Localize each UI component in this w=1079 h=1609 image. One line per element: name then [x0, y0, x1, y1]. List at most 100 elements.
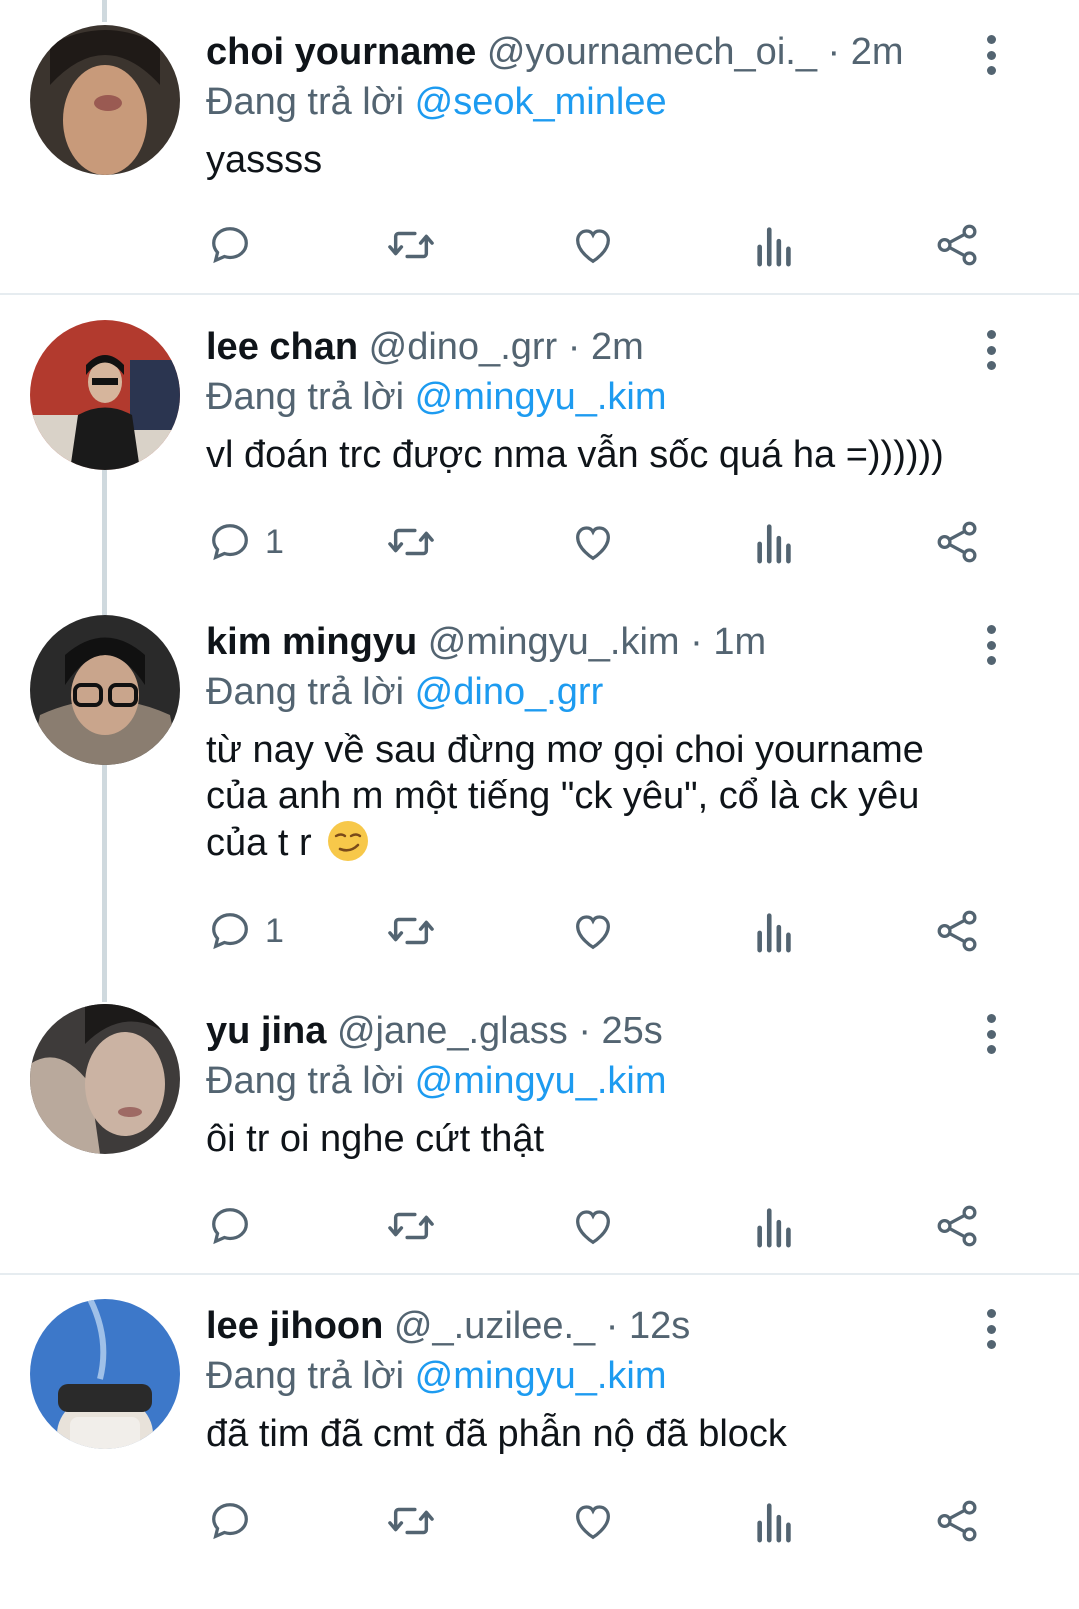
like-button[interactable]	[570, 512, 616, 572]
replying-to: Đang trả lời @mingyu_.kim	[206, 370, 667, 424]
handle[interactable]: @_.uzilee._	[394, 1305, 595, 1347]
retweet-icon	[388, 1212, 434, 1240]
retweet-icon	[388, 231, 434, 259]
reply-button[interactable]	[207, 1491, 265, 1551]
timestamp[interactable]: · 12s	[606, 1305, 690, 1347]
smirk-emoji-icon	[328, 821, 369, 861]
reply-prefix: Đang trả lời	[206, 376, 405, 418]
reply-prefix: Đang trả lời	[206, 671, 405, 713]
tweet-header: lee jihoon @_.uzilee._ · 12s	[206, 1299, 959, 1353]
retweet-button[interactable]	[386, 901, 436, 961]
handle[interactable]: @jane_.glass	[337, 1010, 568, 1052]
tweet-text: đã tim đã cmt đã phẫn nộ đã block	[206, 1413, 787, 1455]
tweet-text: ôi tr oi nghe cứt thật	[206, 1118, 545, 1160]
share-button[interactable]	[935, 1491, 981, 1551]
retweet-icon	[388, 1507, 434, 1535]
replying-to: Đang trả lời @dino_.grr	[206, 665, 603, 719]
tweet-text-line-last: của t r	[206, 819, 1009, 866]
reply-prefix: Đang trả lời	[206, 81, 405, 123]
handle[interactable]: @mingyu_.kim	[428, 621, 680, 663]
reply-icon	[212, 913, 248, 950]
thread-line	[102, 0, 107, 22]
timestamp[interactable]: · 2m	[828, 31, 904, 73]
like-icon	[576, 229, 610, 264]
reply-icon	[212, 1503, 248, 1540]
avatar[interactable]	[30, 25, 180, 175]
mention-link[interactable]: @dino_.grr	[415, 671, 604, 713]
reply-count: 1	[265, 522, 284, 561]
like-button[interactable]	[570, 215, 616, 275]
retweet-button[interactable]	[386, 512, 436, 572]
replying-to: Đang trả lời @seok_minlee	[206, 75, 667, 129]
action-bar	[0, 1196, 1079, 1256]
like-button[interactable]	[570, 1196, 616, 1256]
timestamp[interactable]: · 25s	[578, 1010, 662, 1052]
handle[interactable]: @yournamech_oi._	[487, 31, 817, 73]
views-icon	[757, 524, 791, 564]
share-icon	[937, 1500, 977, 1542]
views-icon	[757, 227, 791, 267]
reply-icon	[212, 524, 248, 561]
views-button[interactable]	[755, 1196, 795, 1256]
views-icon	[757, 913, 791, 953]
more-icon[interactable]	[973, 1309, 1009, 1349]
like-icon	[576, 1505, 610, 1540]
tweet-header: yu jina @jane_.glass · 25s	[206, 1004, 959, 1058]
share-icon	[937, 910, 977, 952]
tweet-header: lee chan @dino_.grr · 2m	[206, 320, 959, 374]
views-button[interactable]	[755, 215, 795, 275]
display-name[interactable]: kim mingyu	[206, 621, 417, 663]
like-icon	[576, 526, 610, 561]
more-icon[interactable]	[973, 330, 1009, 370]
share-icon	[937, 521, 977, 563]
tweet-text: từ nay về sau đừng mơ gọi choi yourname …	[206, 727, 1009, 866]
divider	[0, 1273, 1079, 1275]
reply-icon	[212, 227, 248, 264]
reply-icon	[212, 1208, 248, 1245]
mention-link[interactable]: @mingyu_.kim	[415, 1355, 667, 1397]
avatar[interactable]	[30, 1299, 180, 1449]
more-icon[interactable]	[973, 625, 1009, 665]
mention-link[interactable]: @mingyu_.kim	[415, 376, 667, 418]
views-button[interactable]	[755, 512, 795, 572]
share-button[interactable]	[935, 512, 981, 572]
reply-prefix: Đang trả lời	[206, 1060, 405, 1102]
reply-button[interactable]	[207, 1196, 265, 1256]
retweet-button[interactable]	[386, 215, 436, 275]
like-icon	[576, 915, 610, 950]
reply-button[interactable]: 1	[207, 901, 284, 961]
like-button[interactable]	[570, 901, 616, 961]
reply-button[interactable]: 1	[207, 512, 284, 572]
reply-prefix: Đang trả lời	[206, 1355, 405, 1397]
reply-button[interactable]	[207, 215, 265, 275]
tweet-header: choi yourname @yournamech_oi._ · 2m	[206, 25, 959, 79]
tweet-text-line: từ nay về sau đừng mơ gọi choi yourname	[206, 729, 924, 771]
timestamp[interactable]: · 2m	[568, 326, 644, 368]
display-name[interactable]: lee chan	[206, 326, 358, 368]
display-name[interactable]: yu jina	[206, 1010, 326, 1052]
retweet-button[interactable]	[386, 1491, 436, 1551]
mention-link[interactable]: @seok_minlee	[415, 81, 667, 123]
avatar[interactable]	[30, 1004, 180, 1154]
more-icon[interactable]	[973, 1014, 1009, 1054]
display-name[interactable]: choi yourname	[206, 31, 476, 73]
display-name[interactable]: lee jihoon	[206, 1305, 383, 1347]
tweet-text: yassss	[206, 139, 323, 181]
share-button[interactable]	[935, 215, 981, 275]
handle[interactable]: @dino_.grr	[369, 326, 558, 368]
more-icon[interactable]	[973, 35, 1009, 75]
share-button[interactable]	[935, 1196, 981, 1256]
views-icon	[757, 1503, 791, 1543]
reply-count: 1	[265, 911, 284, 950]
tweet-text: vl đoán trc được nma vẫn sốc quá ha =)))…	[206, 434, 944, 476]
avatar[interactable]	[30, 615, 180, 765]
views-button[interactable]	[755, 1491, 795, 1551]
timestamp[interactable]: · 1m	[690, 621, 766, 663]
views-button[interactable]	[755, 901, 795, 961]
retweet-button[interactable]	[386, 1196, 436, 1256]
mention-link[interactable]: @mingyu_.kim	[415, 1060, 667, 1102]
avatar[interactable]	[30, 320, 180, 470]
share-button[interactable]	[935, 901, 981, 961]
like-button[interactable]	[570, 1491, 616, 1551]
divider	[0, 293, 1079, 295]
